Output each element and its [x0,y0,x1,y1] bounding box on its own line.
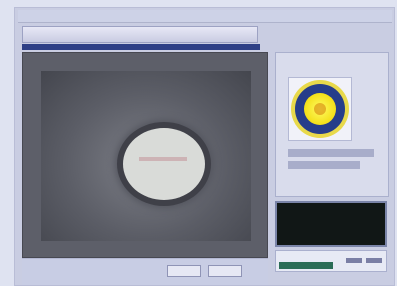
preview-panel [275,52,389,197]
viewer-button-1[interactable] [167,265,201,277]
preview-info-line [288,161,360,169]
thumbnail-spot [314,103,326,115]
viewer-button-2[interactable] [208,265,242,277]
digital-readout [275,201,387,247]
image-viewer[interactable] [22,52,268,258]
status-marker [366,258,382,263]
sample-image [41,71,251,241]
status-marker [346,258,362,263]
status-bar-green [279,262,333,269]
title-underline [22,44,260,50]
image-title-bar [22,26,258,43]
aperture [123,128,205,200]
viewer-footer [22,258,268,285]
preview-thumbnail[interactable] [288,77,352,141]
top-toolbar [18,10,392,23]
aperture-mark [139,157,187,161]
preview-info-line [288,149,374,157]
